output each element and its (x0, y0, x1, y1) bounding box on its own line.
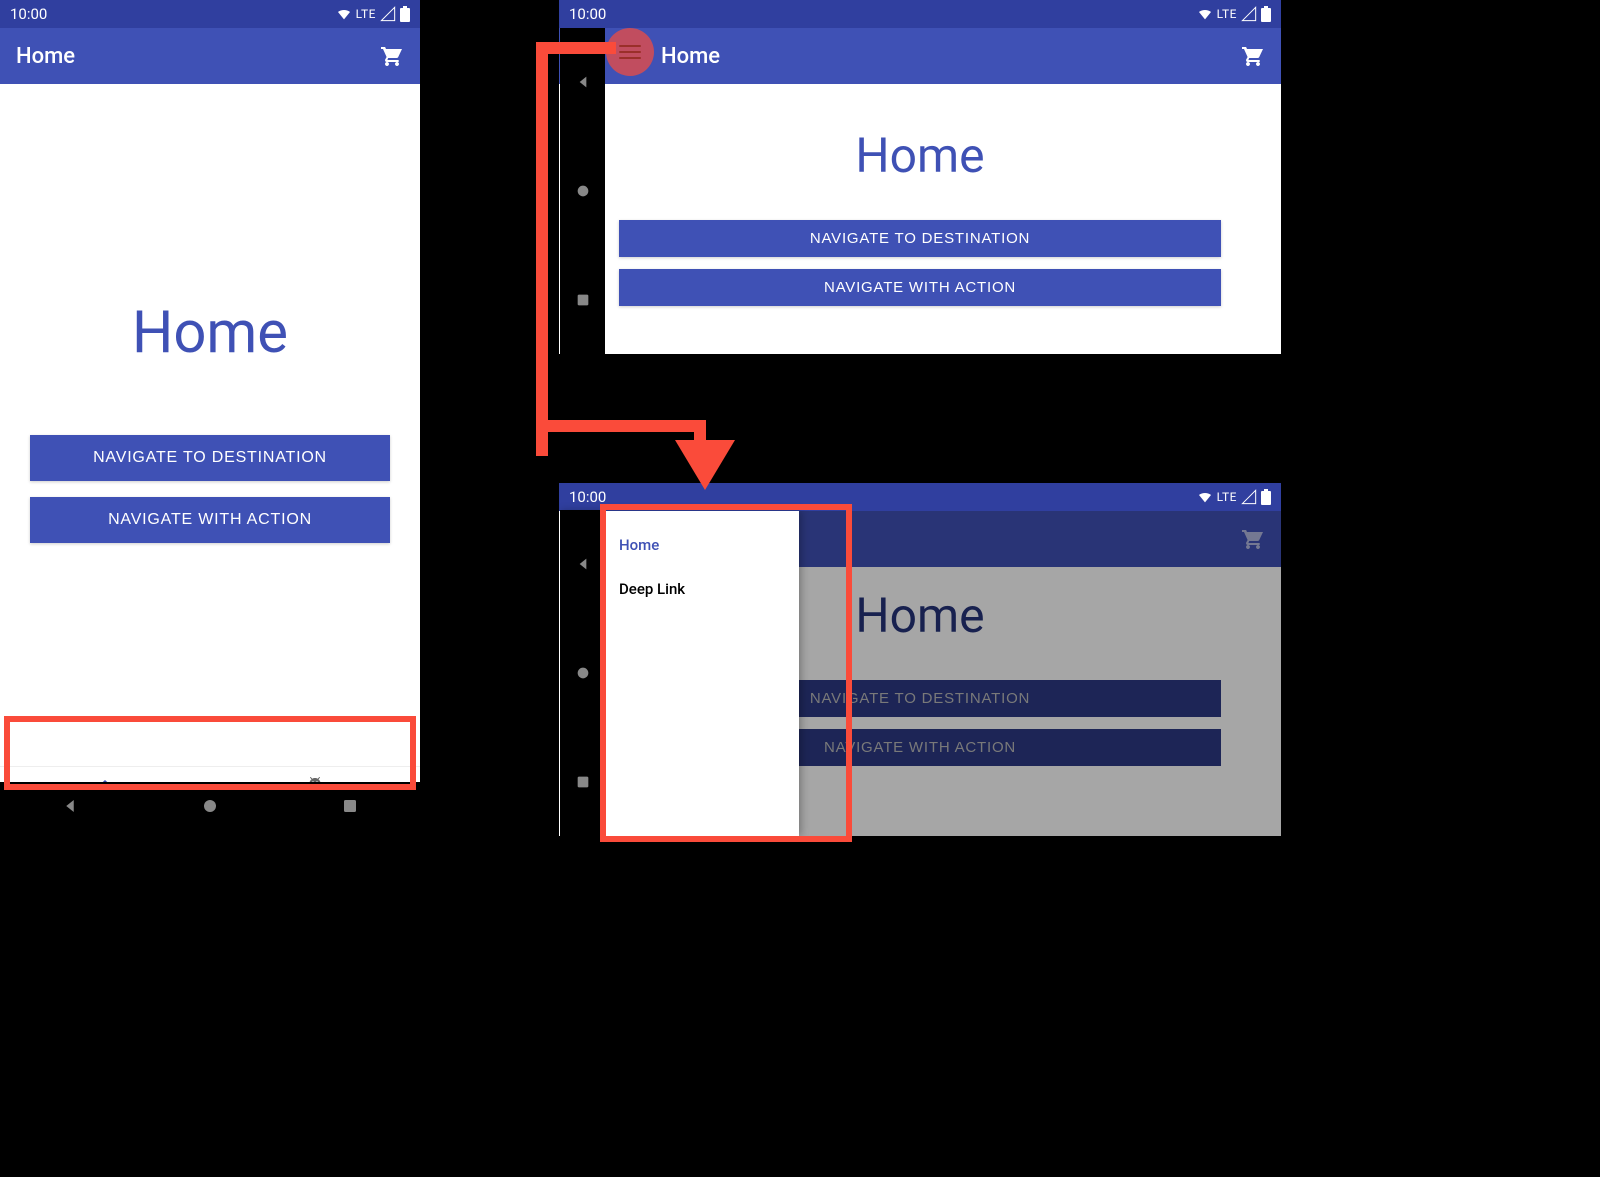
page-heading: Home (132, 299, 288, 367)
back-icon[interactable] (61, 797, 79, 815)
system-nav-bar (0, 782, 420, 830)
home-nav-icon[interactable] (575, 665, 591, 681)
app-bar: Home (0, 28, 420, 84)
network-label: LTE (356, 7, 376, 21)
system-nav-vertical-top (560, 28, 605, 354)
cart-icon[interactable] (1241, 44, 1265, 68)
battery-icon (1261, 6, 1271, 22)
landscape-phone-top: 10:00 LTE Home Home NAVIGATE TO DESTINAT… (559, 0, 1281, 354)
signal-icon (380, 6, 396, 22)
status-bar-land-top: 10:00 LTE (559, 0, 1281, 28)
home-nav-icon[interactable] (201, 797, 219, 815)
recents-icon[interactable] (575, 774, 591, 790)
cart-icon[interactable] (380, 44, 404, 68)
arrow-segment (548, 420, 706, 432)
clock-land-bottom: 10:00 (569, 488, 606, 506)
navigate-action-button[interactable]: NAVIGATE WITH ACTION (30, 497, 390, 543)
navigate-destination-button-land[interactable]: NAVIGATE TO DESTINATION (619, 220, 1221, 257)
system-nav-vertical-bottom (560, 510, 605, 836)
recents-icon[interactable] (575, 292, 591, 308)
status-bar: 10:00 LTE (0, 0, 420, 28)
appbar-title: Home (16, 44, 75, 69)
clock-land-top: 10:00 (569, 5, 606, 23)
signal-icon (1241, 489, 1257, 505)
battery-icon (400, 6, 410, 22)
wifi-icon (1197, 6, 1213, 22)
hamburger-icon[interactable] (619, 41, 641, 63)
arrow-head-icon (675, 440, 735, 490)
network-label-land: LTE (1217, 7, 1237, 21)
arrow-segment (536, 44, 548, 456)
wifi-icon (336, 6, 352, 22)
portrait-phone-frame: 10:00 LTE Home Home NAVIGATE TO DESTINAT… (0, 0, 420, 830)
drawer-deeplink-label: Deep Link (619, 580, 685, 598)
arrow-segment (536, 42, 616, 54)
page-heading-land-top: Home (855, 127, 984, 184)
recents-icon[interactable] (341, 797, 359, 815)
landscape-phone-bottom: 10:00 LTE Home NAVIGATE TO DESTINATION N… (559, 483, 1281, 836)
wifi-icon (1197, 489, 1213, 505)
back-icon[interactable] (575, 556, 591, 572)
home-nav-icon[interactable] (575, 183, 591, 199)
clock: 10:00 (10, 5, 47, 23)
appbar-title-land-top: Home (661, 44, 720, 69)
navigate-action-button-land[interactable]: NAVIGATE WITH ACTION (619, 269, 1221, 306)
back-icon[interactable] (575, 74, 591, 90)
network-label-land-bottom: LTE (1217, 490, 1237, 504)
signal-icon (1241, 6, 1257, 22)
status-bar-land-bottom: 10:00 LTE (559, 483, 1281, 511)
app-bar-land-top: Home (559, 28, 1281, 84)
navigate-destination-button[interactable]: NAVIGATE TO DESTINATION (30, 435, 390, 481)
status-icons: LTE (336, 6, 410, 22)
battery-icon (1261, 489, 1271, 505)
drawer-home-label: Home (619, 536, 659, 554)
